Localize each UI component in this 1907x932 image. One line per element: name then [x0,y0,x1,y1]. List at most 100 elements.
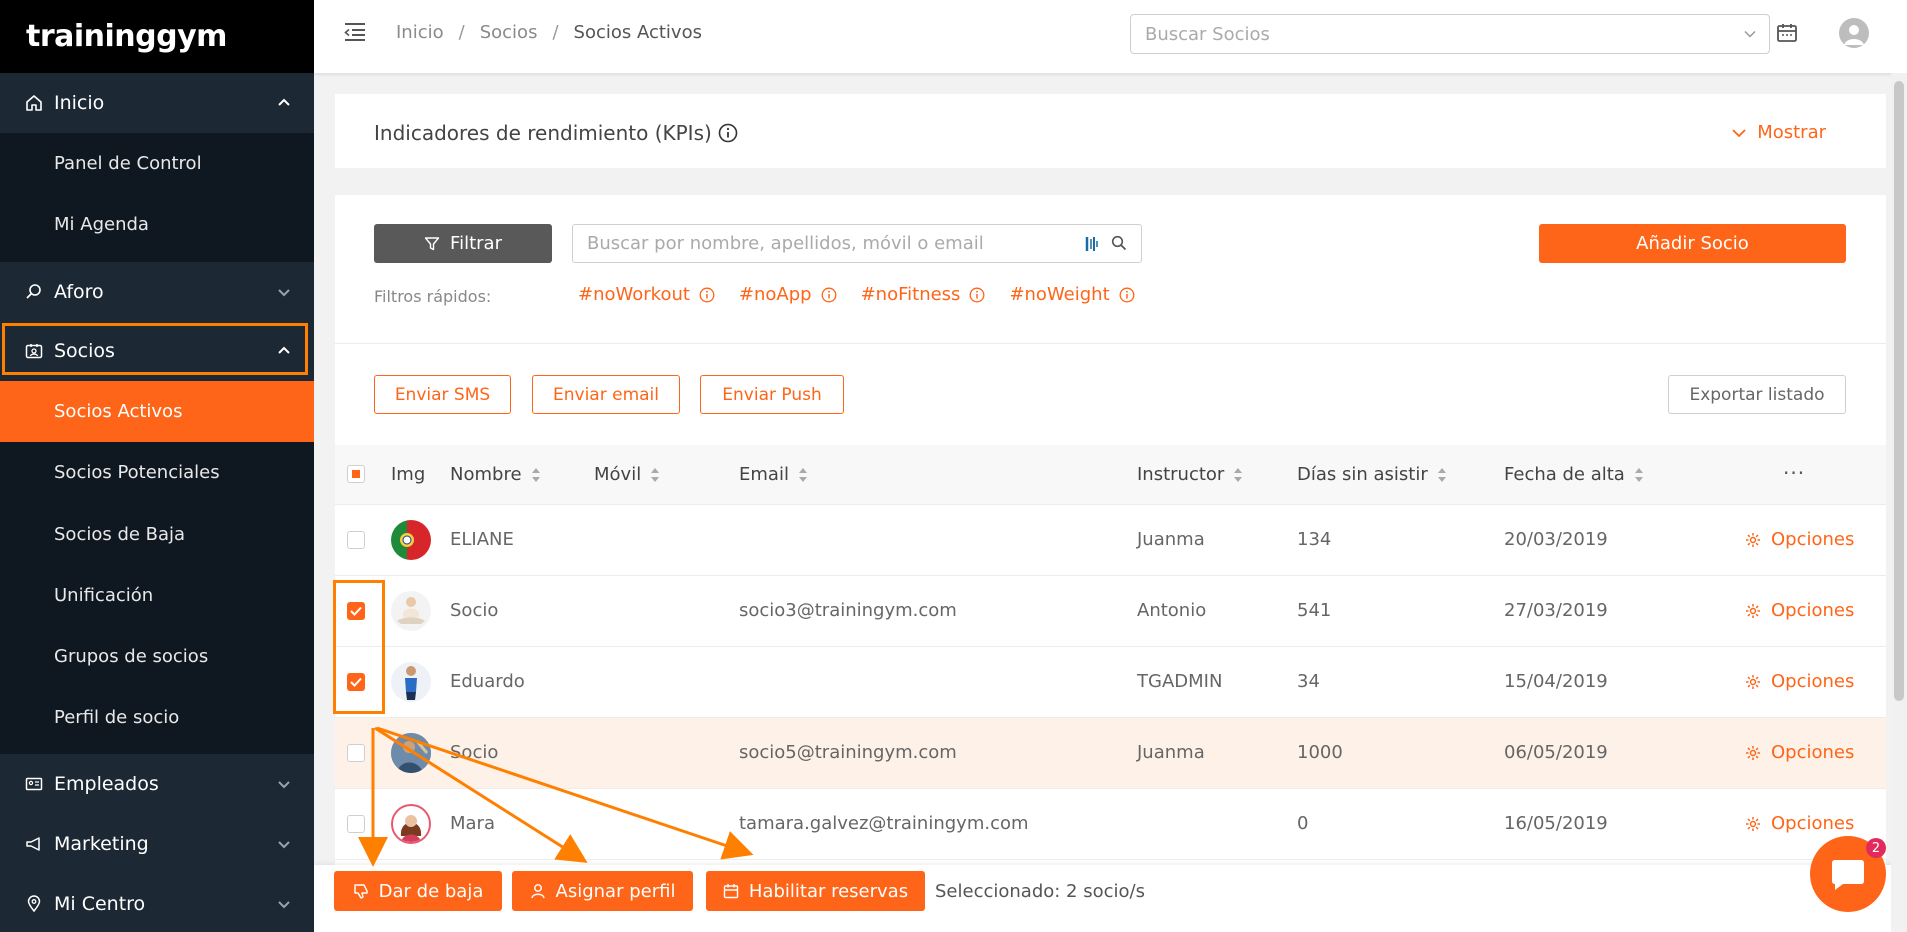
cell-fecha: 16/05/2019 [1504,813,1608,834]
row-checkbox[interactable] [347,815,365,833]
kpi-title: Indicadores de rendimiento (KPIs) [374,121,738,145]
search-icon[interactable] [1111,235,1127,251]
column-header-movil[interactable]: Móvil [594,464,660,485]
avatar [391,804,431,844]
row-options-button[interactable]: Opciones [1745,529,1854,550]
user-avatar[interactable] [1839,18,1869,48]
columns-menu-button[interactable]: ... [1783,455,1805,479]
cell-nombre: Socio [450,600,499,621]
calendar-icon[interactable] [1776,22,1798,48]
quick-filters-label: Filtros rápidos: [374,287,492,306]
gear-icon [1746,532,1760,547]
breadcrumb-inicio[interactable]: Inicio [396,22,444,43]
row-options-button[interactable]: Opciones [1745,742,1854,763]
sidebar-section-marketing[interactable]: Marketing [0,814,314,874]
row-options-label: Opciones [1771,600,1855,621]
sidebar-item-perfil-socio[interactable]: Perfil de socio [0,687,314,748]
column-header-dias[interactable]: Días sin asistir [1297,464,1447,485]
chevron-up-icon [278,98,290,106]
app-logo[interactable]: traininggym [0,0,314,73]
column-header-label: Nombre [450,464,522,485]
info-icon[interactable] [1119,287,1135,303]
add-member-button[interactable]: Añadir Socio [1539,224,1846,263]
logo-text: traininggym [26,19,227,54]
cell-nombre: Socio [450,742,499,763]
info-icon[interactable] [718,123,738,143]
sidebar-item-mi-agenda[interactable]: Mi Agenda [0,194,314,255]
table-row[interactable]: Mara tamara.galvez@trainingym.com 0 16/0… [335,789,1886,860]
selection-count: Seleccionado: 2 socio/s [935,881,1145,902]
barcode-icon[interactable] [1085,235,1099,253]
column-header-fecha[interactable]: Fecha de alta [1504,464,1644,485]
sidebar-item-panel-control[interactable]: Panel de Control [0,133,314,194]
table-row[interactable]: Socio socio5@trainingym.com Juanma 1000 … [335,718,1886,789]
quick-filter-noworkout[interactable]: #noWorkout [578,284,715,305]
sidebar-item-grupos-socios[interactable]: Grupos de socios [0,626,314,687]
sidebar-item-socios-potenciales[interactable]: Socios Potenciales [0,442,314,503]
home-icon [24,93,44,113]
socios-search-select[interactable]: Buscar Socios [1130,14,1770,54]
send-push-button[interactable]: Enviar Push [700,375,844,414]
info-icon[interactable] [821,287,837,303]
column-header-label: Img [391,464,426,485]
sidebar-item-socios-activos[interactable]: Socios Activos [0,381,314,442]
column-header-email[interactable]: Email [739,464,808,485]
sidebar-item-label: Mi Agenda [54,214,149,235]
bulk-actions-bar: Dar de baja Asignar perfil Habilitar res… [314,865,1907,932]
quick-filter-nofitness[interactable]: #noFitness [861,284,986,305]
sidebar-section-empleados[interactable]: Empleados [0,754,314,814]
quick-filter-noweight[interactable]: #noWeight [1009,284,1135,305]
chevron-down-icon [278,289,290,297]
quick-filter-label: #noApp [738,284,812,305]
megaphone-icon [24,834,44,854]
menu-toggle-icon[interactable] [344,22,366,46]
sidebar-section-mi-centro[interactable]: Mi Centro [0,874,314,932]
select-all-checkbox[interactable] [347,465,365,483]
asignar-perfil-button[interactable]: Asignar perfil [512,871,693,911]
page-scrollbar[interactable] [1891,73,1907,932]
column-header-instructor[interactable]: Instructor [1137,464,1243,485]
send-sms-button[interactable]: Enviar SMS [374,375,511,414]
filter-icon [424,236,440,250]
row-checkbox[interactable] [347,531,365,549]
row-options-button[interactable]: Opciones [1745,813,1854,834]
sidebar-section-aforo[interactable]: Aforo [0,262,314,322]
cell-fecha: 20/03/2019 [1504,529,1608,550]
column-header-label: Instructor [1137,464,1225,485]
kpi-panel: Indicadores de rendimiento (KPIs) Mostra… [335,94,1886,168]
chevron-down-icon [1744,30,1756,38]
button-label: Asignar perfil [555,880,676,902]
cell-instructor: Juanma [1137,742,1205,763]
sidebar-section-inicio[interactable]: Inicio [0,73,314,133]
quick-filter-noapp[interactable]: #noApp [739,284,837,305]
row-checkbox[interactable] [347,744,365,762]
table-header: Img Nombre Móvil Email Instructor Días s… [335,445,1886,505]
member-search-input[interactable]: Buscar por nombre, apellidos, móvil o em… [572,224,1142,263]
scrollbar-thumb[interactable] [1894,81,1904,701]
dar-de-baja-button[interactable]: Dar de baja [334,871,502,911]
send-email-button[interactable]: Enviar email [532,375,680,414]
breadcrumb: Inicio / Socios / Socios Activos [396,22,702,43]
checkbox-highlight-box [333,580,385,714]
table-row[interactable]: Socio socio3@trainingym.com Antonio 541 … [335,576,1886,647]
row-options-button[interactable]: Opciones [1745,600,1854,621]
column-header-nombre[interactable]: Nombre [450,464,541,485]
cell-fecha: 15/04/2019 [1504,671,1608,692]
table-row[interactable]: Eduardo TGADMIN 34 15/04/2019 Opciones [335,647,1886,718]
avatar [391,662,431,702]
habilitar-reservas-button[interactable]: Habilitar reservas [706,871,925,911]
breadcrumb-socios[interactable]: Socios [480,22,538,43]
sidebar-item-label: Socios de Baja [54,524,186,545]
cell-fecha: 27/03/2019 [1504,600,1608,621]
info-icon[interactable] [969,287,985,303]
filter-button[interactable]: Filtrar [374,224,552,263]
sidebar: traininggym Inicio Panel de Control Mi A… [0,0,314,932]
sidebar-item-socios-baja[interactable]: Socios de Baja [0,504,314,565]
export-list-button[interactable]: Exportar listado [1668,375,1846,414]
sidebar-item-unificacion[interactable]: Unificación [0,565,314,626]
socios-list-panel: Filtrar Buscar por nombre, apellidos, mó… [335,195,1886,895]
info-icon[interactable] [699,287,715,303]
table-row[interactable]: ELIANE Juanma 134 20/03/2019 Opciones [335,505,1886,576]
kpi-toggle-button[interactable]: Mostrar [1731,122,1826,143]
row-options-button[interactable]: Opciones [1745,671,1854,692]
